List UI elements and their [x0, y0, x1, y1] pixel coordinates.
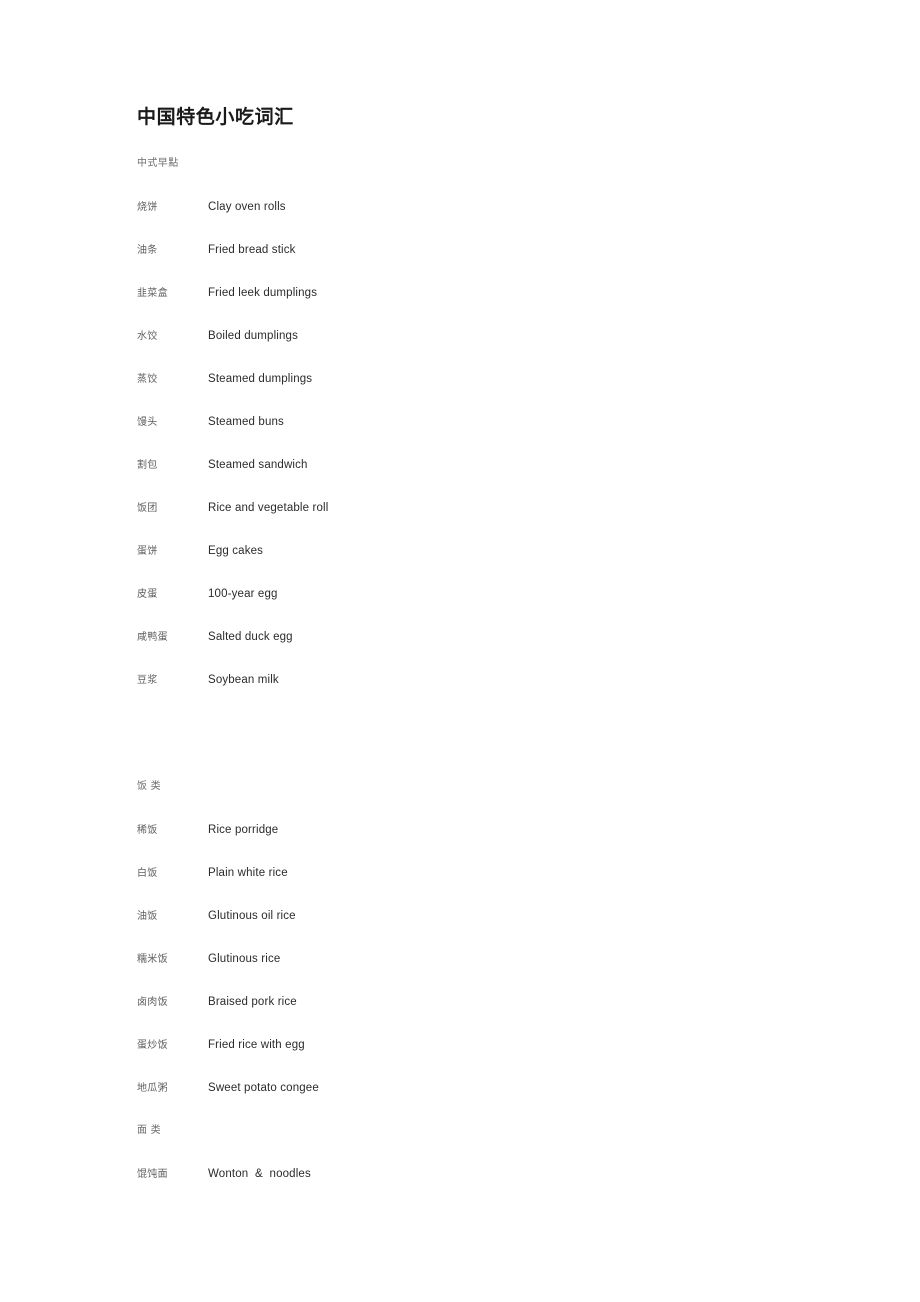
list-item: 韭菜盒 Fried leek dumplings [137, 286, 797, 329]
term-chinese: 稀饭 [137, 825, 158, 836]
term-chinese: 蒸饺 [137, 374, 158, 385]
term-english: Fried rice with egg [208, 1039, 305, 1051]
term-chinese: 糯米饭 [137, 954, 168, 965]
entry-list-rice: 稀饭 Rice porridge 白饭 Plain white rice 油饭 … [137, 823, 797, 1124]
list-item: 咸鸭蛋 Salted duck egg [137, 630, 797, 673]
list-item: 烧饼 Clay oven rolls [137, 200, 797, 243]
list-item: 地瓜粥 Sweet potato congee [137, 1081, 797, 1124]
list-item: 糯米饭 Glutinous rice [137, 952, 797, 995]
list-item: 蒸饺 Steamed dumplings [137, 372, 797, 415]
term-chinese: 蛋饼 [137, 546, 158, 557]
term-english: Clay oven rolls [208, 201, 286, 213]
document-page: 中国特色小吃词汇 中式早點 烧饼 Clay oven rolls 油条 Frie… [0, 0, 920, 1302]
list-item: 油饭 Glutinous oil rice [137, 909, 797, 952]
page-title: 中国特色小吃词汇 [137, 107, 294, 128]
list-item: 皮蛋 100-year egg [137, 587, 797, 630]
term-chinese: 水饺 [137, 331, 158, 342]
entry-list-breakfast: 烧饼 Clay oven rolls 油条 Fried bread stick … [137, 200, 797, 716]
list-item: 馄饨面 Wonton & noodles [137, 1167, 797, 1210]
term-english: Glutinous oil rice [208, 910, 296, 922]
term-chinese: 馄饨面 [137, 1169, 168, 1180]
section-heading-noodles: 面 类 [137, 1125, 161, 1136]
list-item: 蛋饼 Egg cakes [137, 544, 797, 587]
list-item: 馒头 Steamed buns [137, 415, 797, 458]
term-chinese: 油饭 [137, 911, 158, 922]
list-item: 水饺 Boiled dumplings [137, 329, 797, 372]
document-content: 中国特色小吃词汇 中式早點 烧饼 Clay oven rolls 油条 Frie… [137, 105, 797, 1210]
term-chinese: 白饭 [137, 868, 158, 879]
term-chinese: 皮蛋 [137, 589, 158, 600]
term-chinese: 豆浆 [137, 675, 158, 686]
term-chinese: 饭团 [137, 503, 158, 514]
list-item: 白饭 Plain white rice [137, 866, 797, 909]
term-english: Salted duck egg [208, 631, 293, 643]
term-english: 100-year egg [208, 588, 278, 600]
term-english: Rice porridge [208, 824, 279, 836]
term-english: Wonton & noodles [208, 1168, 311, 1180]
term-chinese: 地瓜粥 [137, 1083, 168, 1094]
term-english: Fried bread stick [208, 244, 296, 256]
term-english: Steamed buns [208, 416, 284, 428]
term-chinese: 割包 [137, 460, 158, 471]
term-chinese: 烧饼 [137, 202, 158, 213]
term-chinese: 馒头 [137, 417, 158, 428]
term-chinese: 卤肉饭 [137, 997, 168, 1008]
list-item: 卤肉饭 Braised pork rice [137, 995, 797, 1038]
list-item: 割包 Steamed sandwich [137, 458, 797, 501]
list-item: 油条 Fried bread stick [137, 243, 797, 286]
term-english: Steamed dumplings [208, 373, 313, 385]
term-english: Sweet potato congee [208, 1082, 319, 1094]
term-english: Boiled dumplings [208, 330, 298, 342]
entry-list-noodles: 馄饨面 Wonton & noodles [137, 1167, 797, 1210]
list-item: 豆浆 Soybean milk [137, 673, 797, 716]
term-english: Egg cakes [208, 545, 264, 557]
term-english: Rice and vegetable roll [208, 502, 329, 514]
term-chinese: 韭菜盒 [137, 288, 168, 299]
term-english: Fried leek dumplings [208, 287, 318, 299]
term-english: Soybean milk [208, 674, 279, 686]
term-english: Glutinous rice [208, 953, 281, 965]
section-heading-noodles-row: 面 类 [137, 1124, 797, 1167]
term-english: Plain white rice [208, 867, 288, 879]
section-heading-rice: 饭 类 [137, 781, 161, 792]
list-item: 饭团 Rice and vegetable roll [137, 501, 797, 544]
term-english: Steamed sandwich [208, 459, 308, 471]
term-chinese: 油条 [137, 245, 158, 256]
section-heading-breakfast: 中式早點 [137, 158, 179, 169]
term-chinese: 咸鸭蛋 [137, 632, 168, 643]
list-item: 稀饭 Rice porridge [137, 823, 797, 866]
term-chinese: 蛋炒饭 [137, 1040, 168, 1051]
section-heading-rice-row: 饭 类 [137, 780, 797, 823]
term-english: Braised pork rice [208, 996, 297, 1008]
list-item: 蛋炒饭 Fried rice with egg [137, 1038, 797, 1081]
